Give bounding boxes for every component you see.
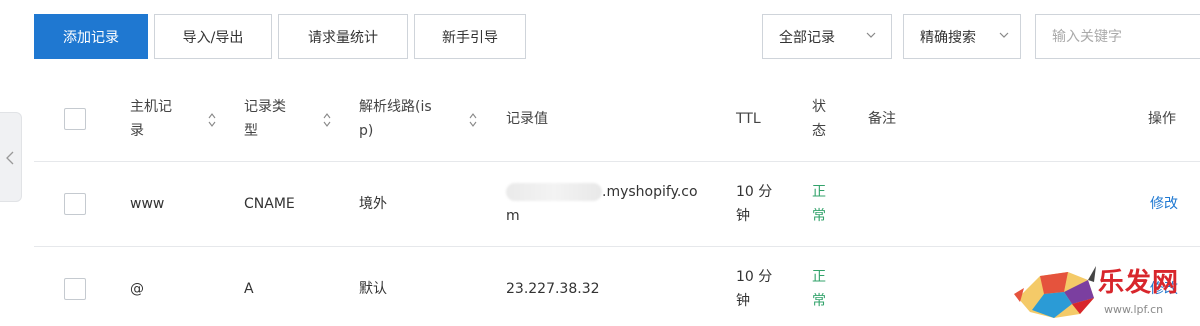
row-checkbox[interactable] xyxy=(64,193,86,215)
chevron-left-icon xyxy=(6,151,14,165)
chevron-down-icon xyxy=(866,32,876,38)
import-export-button[interactable]: 导入/导出 xyxy=(154,14,272,59)
redacted-value xyxy=(506,183,602,201)
row-checkbox[interactable] xyxy=(64,278,86,300)
sort-icon[interactable] xyxy=(322,112,332,128)
cell-status: 正 常 xyxy=(812,184,826,224)
add-record-button[interactable]: 添加记录 xyxy=(34,14,148,59)
cell-host: www xyxy=(130,196,165,212)
table-header: 主机记 录 记录类 型 解析线路(is p) 记录值 TTL 状 态 备注 操作 xyxy=(34,76,1200,162)
watermark-url: www.lpf.cn xyxy=(1104,303,1164,316)
header-note: 备注 xyxy=(868,111,896,127)
sort-icon[interactable] xyxy=(207,112,217,128)
select-all-checkbox[interactable] xyxy=(64,108,86,130)
record-filter-label: 全部记录 xyxy=(779,29,835,46)
header-type: 记录类 型 xyxy=(244,99,286,139)
cell-host: @ xyxy=(130,281,144,297)
cell-value: .myshopify.co m xyxy=(506,183,698,224)
header-host: 主机记 录 xyxy=(130,99,172,139)
header-ttl: TTL xyxy=(736,111,761,127)
request-stats-button[interactable]: 请求量统计 xyxy=(278,14,408,59)
guide-button[interactable]: 新手引导 xyxy=(414,14,526,59)
header-status: 状 态 xyxy=(812,99,826,139)
header-line: 解析线路(is p) xyxy=(359,99,432,139)
watermark-text: 乐发网 xyxy=(1098,268,1180,298)
cell-type: CNAME xyxy=(244,196,295,212)
cell-type: A xyxy=(244,281,254,297)
sort-icon[interactable] xyxy=(468,112,478,128)
edit-link[interactable]: 修改 xyxy=(1150,192,1178,216)
cell-ttl: 10 分 钟 xyxy=(736,269,773,309)
cell-line: 默认 xyxy=(359,281,387,297)
sidebar-collapse-tab[interactable] xyxy=(0,112,22,202)
search-input[interactable] xyxy=(1035,14,1200,59)
header-value: 记录值 xyxy=(506,111,548,127)
chevron-down-icon xyxy=(999,32,1009,38)
table-row: www CNAME 境外 .myshopify.co m 10 分 钟 正 常 … xyxy=(34,162,1200,247)
cell-value: 23.227.38.32 xyxy=(506,281,600,297)
header-action: 操作 xyxy=(1148,111,1176,127)
search-mode-label: 精确搜索 xyxy=(920,29,976,46)
search-mode-dropdown[interactable]: 精确搜索 xyxy=(903,14,1021,59)
record-filter-dropdown[interactable]: 全部记录 xyxy=(762,14,892,59)
cell-status: 正 常 xyxy=(812,269,826,309)
cell-ttl: 10 分 钟 xyxy=(736,184,773,224)
toolbar: 添加记录 导入/导出 请求量统计 新手引导 全部记录 精确搜索 xyxy=(0,0,1200,74)
cell-line: 境外 xyxy=(359,196,387,212)
